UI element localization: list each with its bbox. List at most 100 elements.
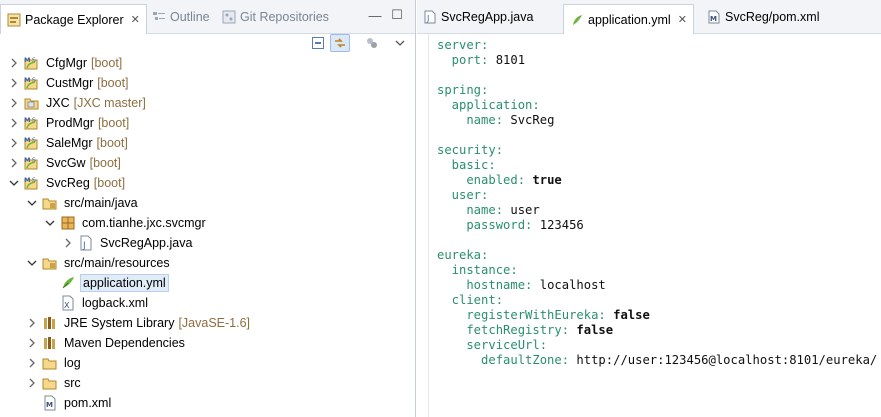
chevron-down-icon[interactable] xyxy=(44,217,56,229)
tree-item-text: logback.xml xyxy=(80,294,150,312)
tree-item[interactable]: log xyxy=(0,353,415,373)
package-icon xyxy=(60,215,76,231)
chevron-right-icon[interactable] xyxy=(8,117,20,129)
chevron-right-icon[interactable] xyxy=(8,157,20,169)
tree-item[interactable]: src/main/java xyxy=(0,193,415,213)
chevron-right-icon[interactable] xyxy=(62,237,74,249)
svg-text:M: M xyxy=(24,76,30,84)
yaml-key: serviceUrl: xyxy=(437,338,548,352)
code-line[interactable]: name: SvcReg xyxy=(437,113,554,128)
git-repositories-icon xyxy=(222,10,236,24)
maven-project-icon: MS xyxy=(24,175,40,191)
yaml-file-icon xyxy=(60,275,76,291)
code-line[interactable]: server: xyxy=(437,38,488,53)
tree-item[interactable]: application.yml xyxy=(0,273,415,293)
outline-icon xyxy=(152,10,166,24)
tree-item-label: src/main/java xyxy=(64,196,138,210)
collapse-all-icon[interactable] xyxy=(308,34,328,52)
chevron-right-icon[interactable] xyxy=(8,137,20,149)
tree-item[interactable]: M S SvcGw [boot] xyxy=(0,153,415,173)
tree-item[interactable]: Maven Dependencies xyxy=(0,333,415,353)
maven-pom-icon: M xyxy=(707,10,721,24)
code-line[interactable]: name: user xyxy=(437,203,539,218)
link-with-editor-icon[interactable] xyxy=(330,34,350,52)
code-line[interactable]: port: 8101 xyxy=(437,53,525,68)
chevron-right-icon[interactable] xyxy=(26,357,38,369)
tree-item[interactable]: src xyxy=(0,373,415,393)
tab-package-explorer[interactable]: Package Explorer ✕ xyxy=(0,4,147,34)
tab-pom-xml[interactable]: M SvcReg/pom.xml xyxy=(701,4,825,30)
chevron-right-icon[interactable] xyxy=(8,57,20,69)
view-options-icon[interactable] xyxy=(362,34,382,52)
tree-item[interactable]: JXC [JXC master] xyxy=(0,93,415,113)
yaml-key: application: xyxy=(437,98,540,112)
tab-label: Git Repositories xyxy=(240,10,329,24)
code-line[interactable]: eureka: xyxy=(437,248,488,263)
git-project-icon xyxy=(24,95,40,111)
chevron-right-icon[interactable] xyxy=(26,337,38,349)
tree-item[interactable]: J SvcRegApp.java xyxy=(0,233,415,253)
tree-item[interactable]: src/main/resources xyxy=(0,253,415,273)
tree-item-label: src/main/resources xyxy=(64,256,170,270)
code-line[interactable]: spring: xyxy=(437,83,488,98)
tab-label: SvcRegApp.java xyxy=(441,10,534,24)
code-line[interactable]: instance: xyxy=(437,263,518,278)
code-line[interactable]: application: xyxy=(437,98,540,113)
tab-application-yml[interactable]: application.yml ✕ xyxy=(563,4,694,34)
tab-outline[interactable]: Outline xyxy=(146,4,216,30)
yaml-key: port: xyxy=(437,53,489,67)
chevron-right-icon[interactable] xyxy=(8,77,20,89)
tree-item-decoration: [boot] xyxy=(97,116,130,130)
code-line[interactable]: defaultZone: http://user:123456@localhos… xyxy=(437,353,877,368)
view-menu-icon[interactable] xyxy=(390,34,410,52)
close-icon[interactable]: ✕ xyxy=(131,13,140,26)
code-line[interactable]: hostname: localhost xyxy=(437,278,605,293)
tree-item[interactable]: M S CfgMgr [boot] xyxy=(0,53,415,73)
maven-project-icon: MS xyxy=(24,55,40,71)
editor-tab-bar: J SvcRegApp.java application.yml ✕ M Svc… xyxy=(417,0,881,34)
package-explorer-view: Package Explorer ✕ Outline Git Repositor… xyxy=(0,0,416,417)
code-line[interactable]: serviceUrl: xyxy=(437,338,547,353)
svg-text:J: J xyxy=(82,241,86,251)
svg-text:J: J xyxy=(426,14,429,23)
code-line[interactable]: enabled: true xyxy=(437,173,561,188)
chevron-right-icon[interactable] xyxy=(26,317,38,329)
tree-item[interactable]: Xlogback.xml xyxy=(0,293,415,313)
chevron-down-icon[interactable] xyxy=(26,197,38,209)
tree-item[interactable]: M S SaleMgr [boot] xyxy=(0,133,415,153)
tree-item-label: JXC xyxy=(46,96,70,110)
tree-item[interactable]: Mpom.xml xyxy=(0,393,415,413)
chevron-down-icon[interactable] xyxy=(26,257,38,269)
tree-item[interactable]: JRE System Library [JavaSE-1.6] xyxy=(0,313,415,333)
close-icon[interactable]: ✕ xyxy=(678,13,687,26)
code-line[interactable]: user: xyxy=(437,188,489,203)
tab-svcregapp-java[interactable]: J SvcRegApp.java xyxy=(417,4,539,30)
package-explorer-icon xyxy=(7,13,21,27)
tree-item[interactable]: M S ProdMgr [boot] xyxy=(0,113,415,133)
tree-item[interactable]: M S CustMgr [boot] xyxy=(0,73,415,93)
tree-item-text: JRE System Library [JavaSE-1.6] xyxy=(62,314,252,332)
chevron-right-icon[interactable] xyxy=(26,377,38,389)
code-line[interactable]: client: xyxy=(437,293,503,308)
svg-text:M: M xyxy=(24,56,30,64)
svg-text:X: X xyxy=(64,301,70,310)
chevron-down-icon[interactable] xyxy=(8,177,20,189)
minimize-icon[interactable]: — xyxy=(368,8,382,23)
tab-git-repositories[interactable]: Git Repositories xyxy=(216,4,335,30)
yaml-value: http://user:123456@localhost:8101/eureka… xyxy=(569,353,878,367)
code-line[interactable]: security: xyxy=(437,143,503,158)
maximize-icon[interactable]: ☐ xyxy=(390,7,404,22)
code-line[interactable]: registerWithEureka: false xyxy=(437,308,649,323)
tree-item-text: src/main/java xyxy=(62,194,140,212)
tree-item-label: SvcRegApp.java xyxy=(100,236,193,250)
library-icon xyxy=(42,315,58,331)
tree-item[interactable]: com.tianhe.jxc.svcmgr xyxy=(0,213,415,233)
chevron-right-icon[interactable] xyxy=(8,97,20,109)
maven-pom-icon: M xyxy=(42,395,58,411)
svg-text:M: M xyxy=(24,156,30,164)
code-line[interactable]: basic: xyxy=(437,158,496,173)
code-line[interactable]: fetchRegistry: false xyxy=(437,323,613,338)
tree-item[interactable]: M S SvcReg [boot] xyxy=(0,173,415,193)
code-line[interactable]: password: 123456 xyxy=(437,218,583,233)
